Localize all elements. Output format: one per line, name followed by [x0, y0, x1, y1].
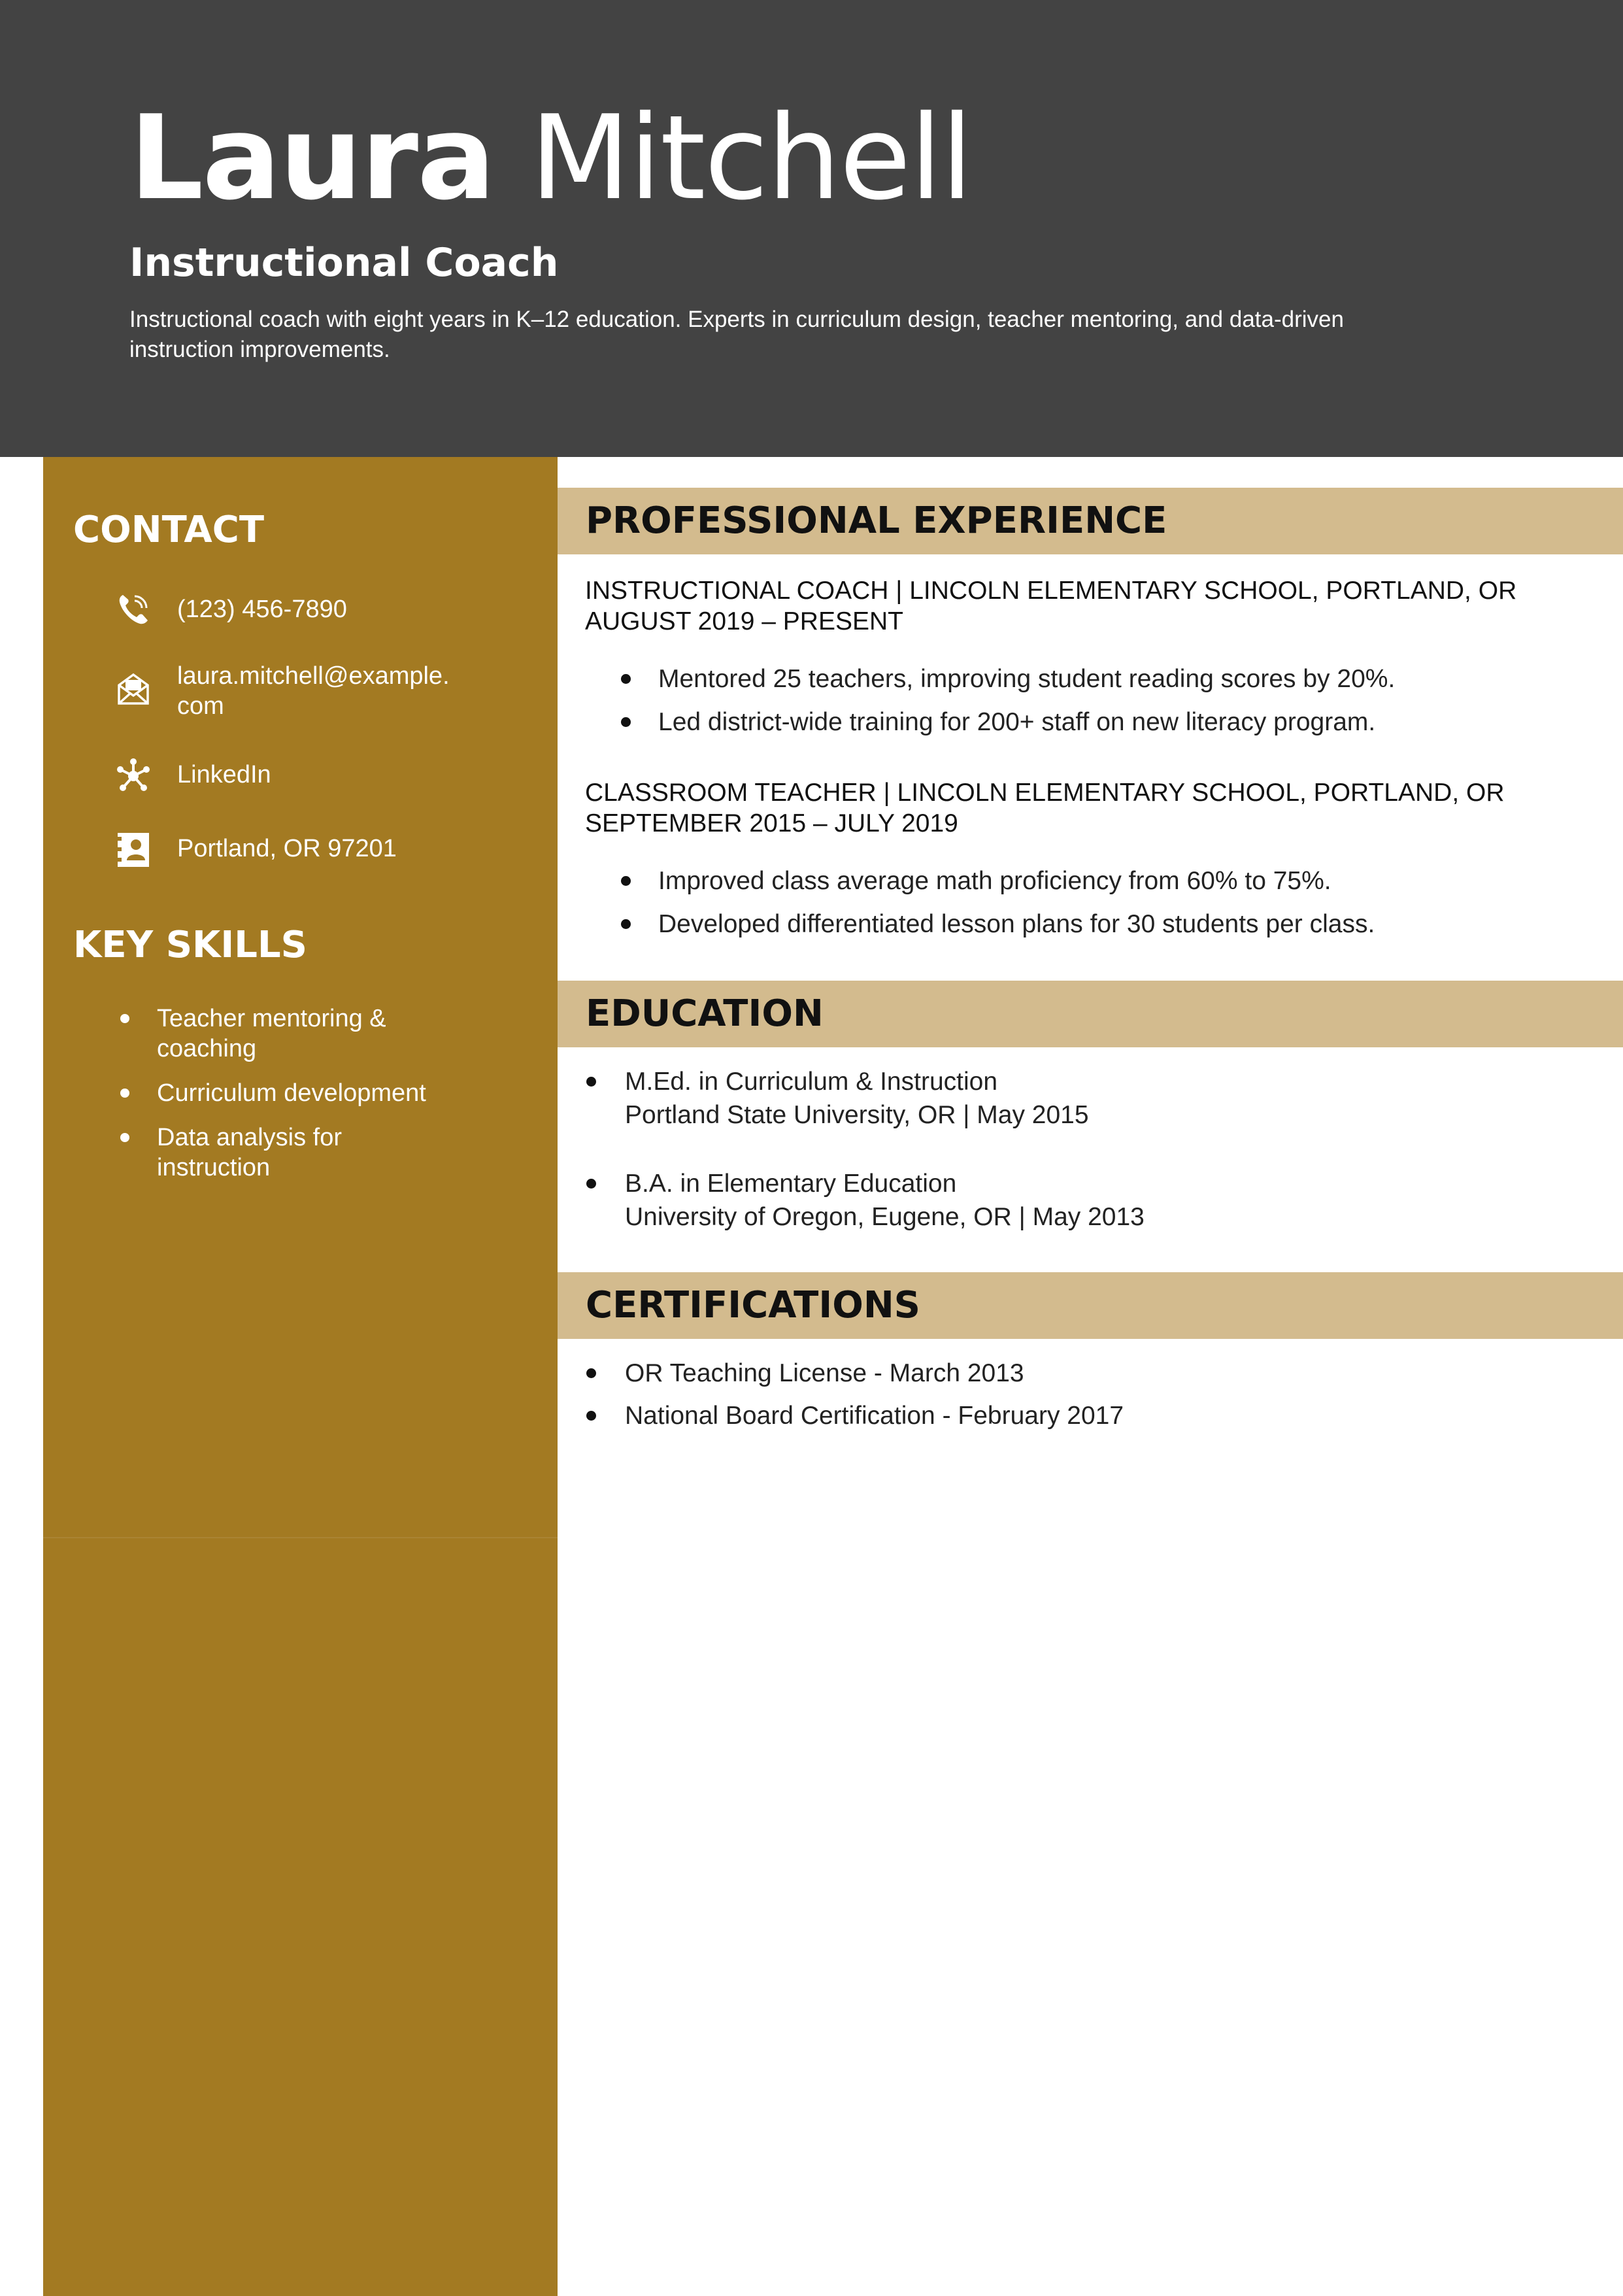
degree: M.Ed. in Curriculum & Instruction [625, 1068, 998, 1096]
bullet-icon [120, 1133, 129, 1142]
email-address[interactable]: laura.mitchell@example.com [177, 661, 458, 721]
header-band: Laura Mitchell Instructional Coach Instr… [0, 0, 1623, 457]
envelope-icon [115, 671, 152, 707]
list-item: National Board Certification - February … [586, 1401, 1124, 1431]
list-item: B.A. in Elementary Education [586, 1169, 957, 1199]
list-item: M.Ed. in Curriculum & Instruction [586, 1067, 998, 1097]
education-section-bar: EDUCATION [558, 981, 1623, 1047]
bullet-icon [586, 1368, 596, 1378]
list-item: Data analysis for instruction [43, 1123, 438, 1183]
degree: B.A. in Elementary Education [625, 1170, 957, 1198]
skills-list: Teacher mentoring & coaching Curriculum … [43, 1004, 558, 1197]
job-title-line: INSTRUCTIONAL COACH | LINCOLN ELEMENTARY… [585, 577, 1517, 605]
job-dates: SEPTEMBER 2015 – JULY 2019 [585, 809, 958, 837]
job-title: Instructional Coach [129, 240, 559, 286]
contact-heading: CONTACT [73, 509, 265, 551]
experience-section-bar: PROFESSIONAL EXPERIENCE [558, 488, 1623, 554]
phone-icon [115, 591, 152, 628]
job-title-line: CLASSROOM TEACHER | LINCOLN ELEMENTARY S… [585, 779, 1505, 807]
address-card-icon [115, 832, 152, 868]
sidebar: CONTACT (123) 456-7890 laura.mitchell@ex… [43, 457, 558, 2296]
list-item: Teacher mentoring & coaching [43, 1004, 438, 1064]
bullet-icon [621, 876, 631, 886]
list-item: Developed differentiated lesson plans fo… [621, 909, 1375, 939]
divider [43, 1537, 558, 1538]
list-item: Improved class average math proficiency … [621, 866, 1331, 896]
bullet-icon [621, 717, 631, 727]
job-dates: AUGUST 2019 – PRESENT [585, 607, 903, 635]
bullet-icon [621, 919, 631, 929]
certifications-section-bar: CERTIFICATIONS [558, 1272, 1623, 1339]
bullet-icon [621, 674, 631, 684]
last-name: Mitchell [529, 90, 973, 226]
bullet-icon [120, 1089, 129, 1098]
skills-heading: KEY SKILLS [73, 924, 307, 966]
network-icon [115, 758, 152, 794]
list-item: Led district-wide training for 200+ staf… [621, 707, 1375, 737]
list-item: OR Teaching License - March 2013 [586, 1359, 1024, 1389]
first-name: Laura [129, 90, 495, 226]
phone-number[interactable]: (123) 456-7890 [177, 594, 458, 624]
bullet-icon [586, 1411, 596, 1421]
bullet-icon [586, 1077, 596, 1087]
location: Portland, OR 97201 [177, 835, 397, 862]
profile-summary: Instructional coach with eight years in … [129, 307, 1344, 362]
list-item: Mentored 25 teachers, improving student … [621, 664, 1395, 694]
linkedin-link[interactable]: LinkedIn [177, 760, 458, 790]
school-line: University of Oregon, Eugene, OR | May 2… [625, 1203, 1145, 1231]
candidate-name: Laura Mitchell [129, 86, 973, 230]
bullet-icon [586, 1179, 596, 1189]
bullet-icon [120, 1014, 129, 1023]
experience-heading: PROFESSIONAL EXPERIENCE [586, 499, 1167, 542]
school-line: Portland State University, OR | May 2015 [625, 1101, 1089, 1129]
certifications-heading: CERTIFICATIONS [586, 1284, 921, 1326]
education-heading: EDUCATION [586, 992, 824, 1035]
list-item: Curriculum development [43, 1078, 438, 1108]
